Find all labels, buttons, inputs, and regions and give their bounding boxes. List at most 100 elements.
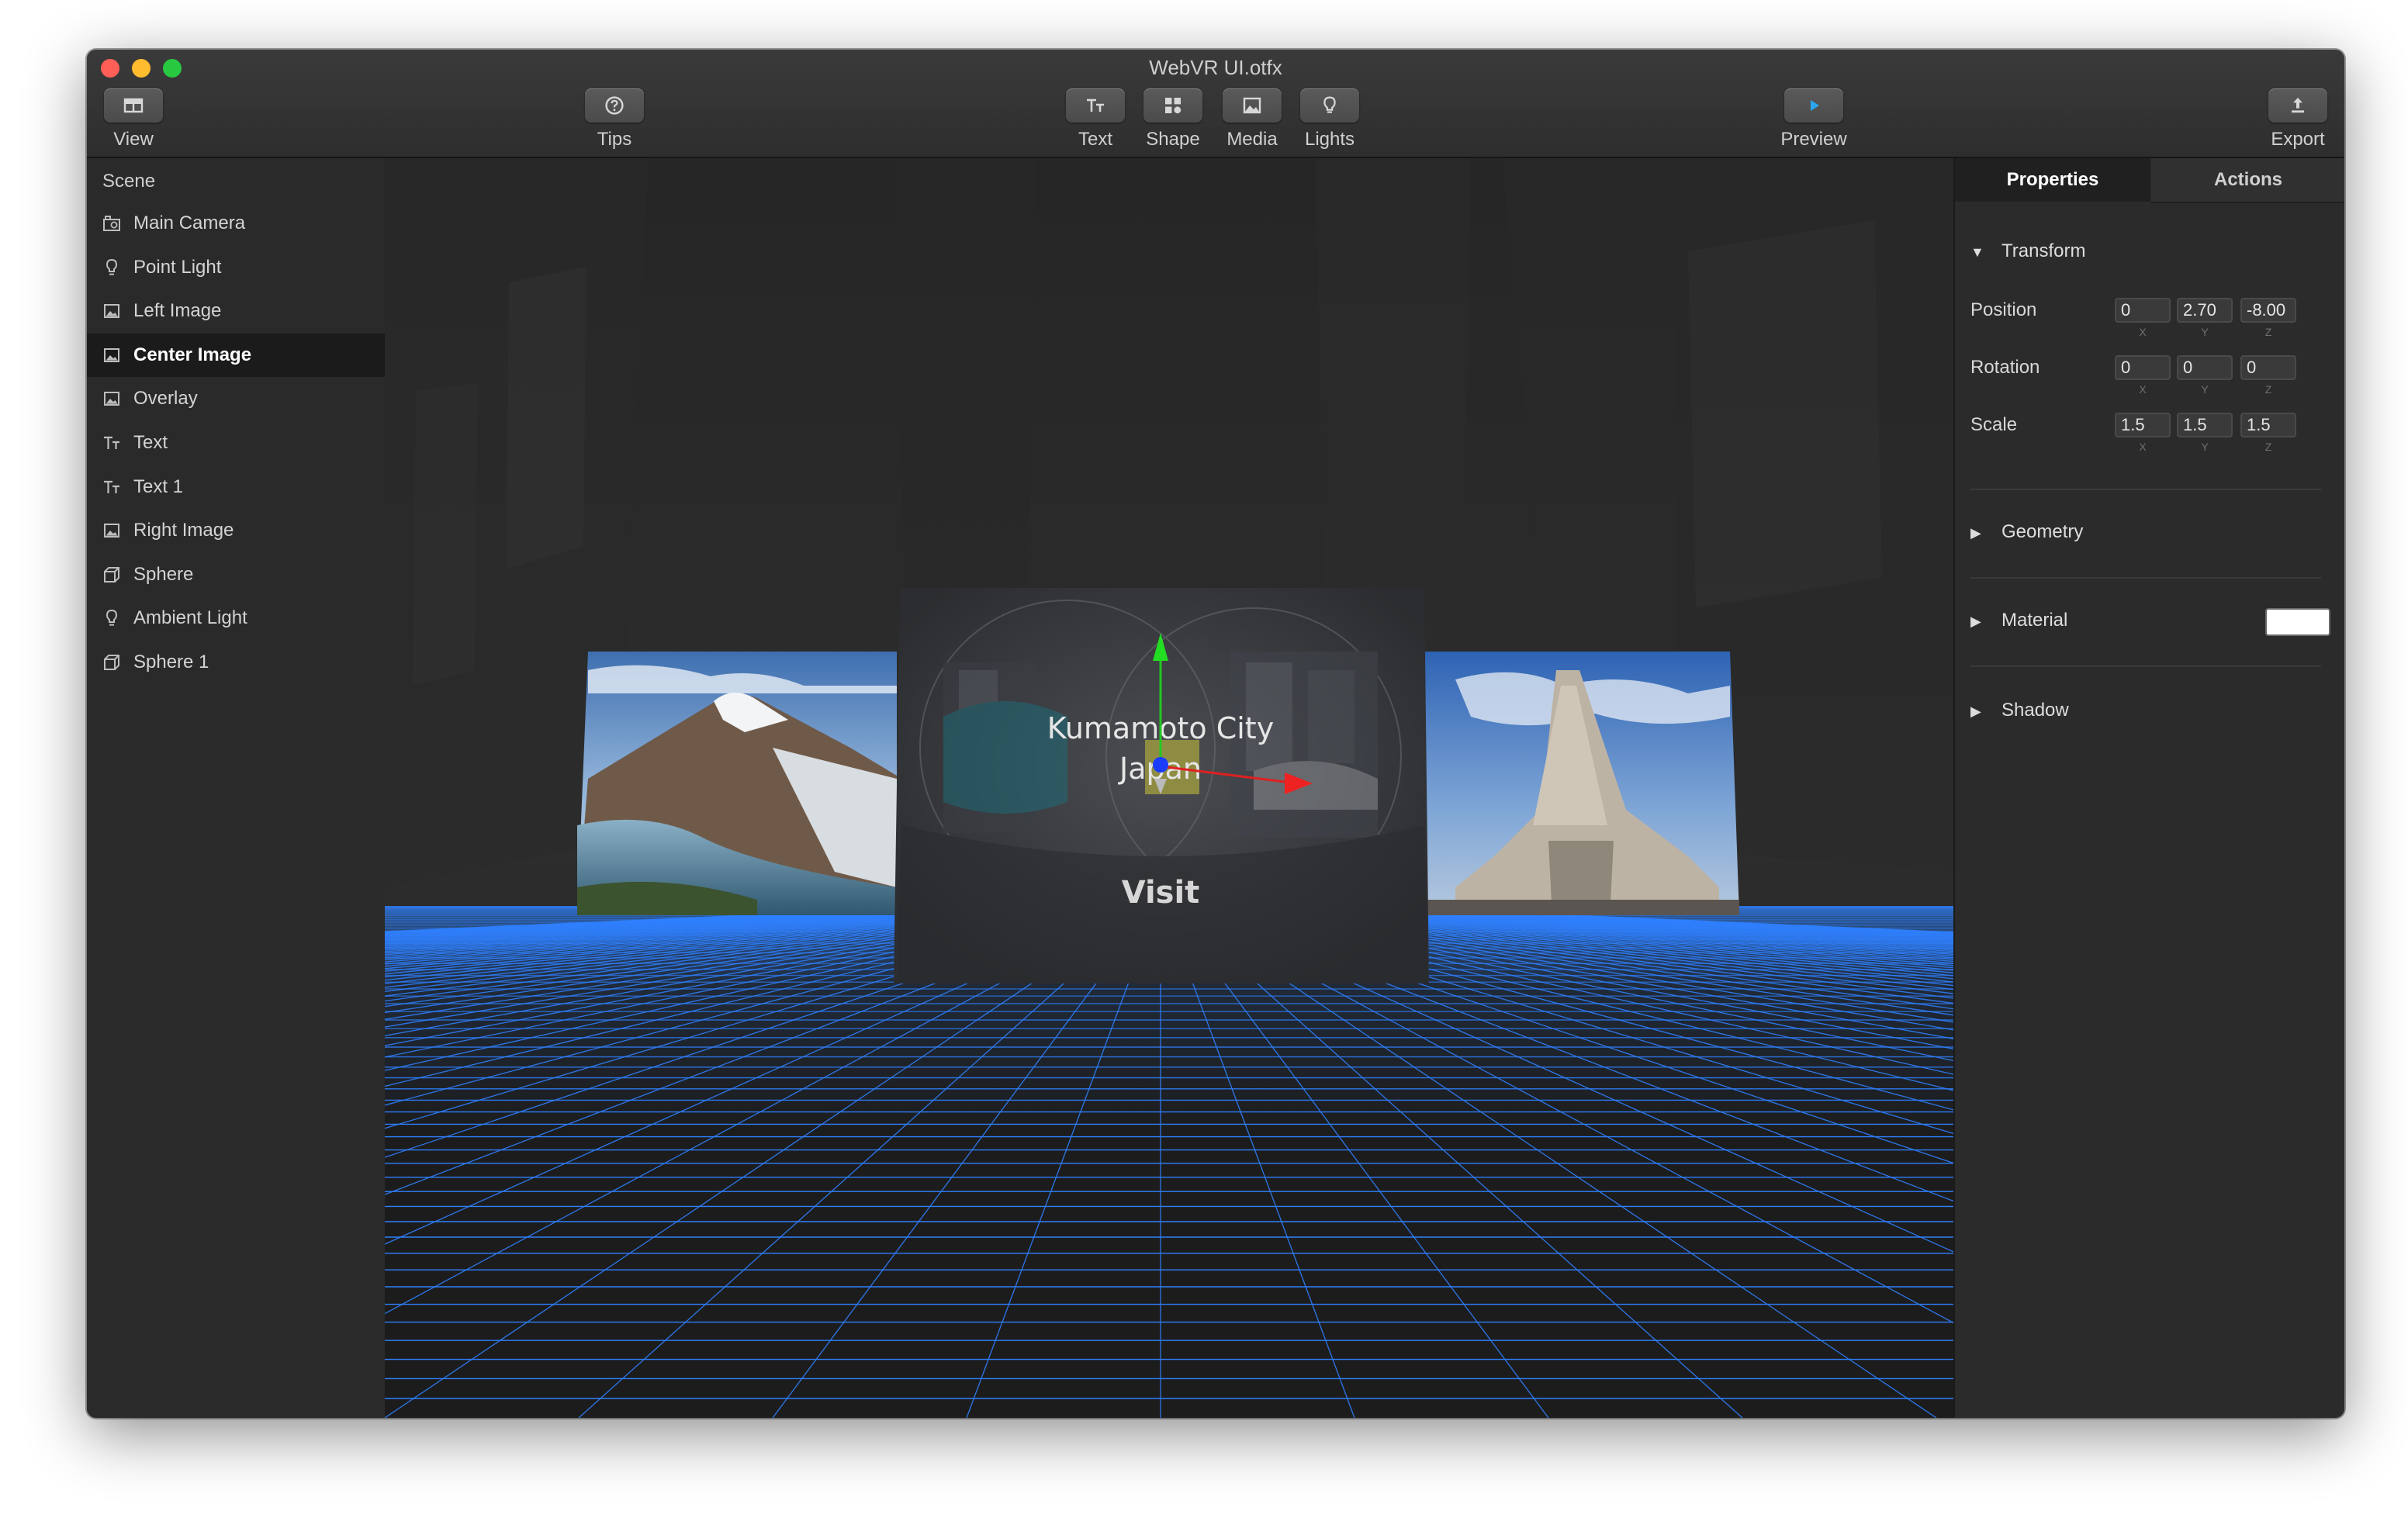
cube-icon bbox=[102, 653, 121, 672]
lightbulb-icon bbox=[102, 258, 121, 277]
export-label: Export bbox=[2271, 129, 2325, 150]
scene-item-label: Overlay bbox=[133, 388, 198, 410]
scene-item-main-camera[interactable]: Main Camera bbox=[87, 202, 385, 245]
transform-section-header[interactable]: ▼ Transform bbox=[1970, 240, 2085, 262]
disclosure-expanded-icon: ▼ bbox=[1970, 244, 1984, 260]
geometry-section-header[interactable]: ▶ Geometry bbox=[1970, 521, 2083, 543]
rotation-z-axis-label: Z bbox=[2264, 383, 2272, 396]
image-icon bbox=[102, 389, 121, 408]
toolbar: WebVR UI.otfx View Tips Text Shape Media… bbox=[87, 50, 2344, 158]
left-image[interactable] bbox=[577, 652, 897, 915]
material-color-swatch[interactable] bbox=[2265, 608, 2330, 636]
scene-item-label: Point Light bbox=[133, 256, 222, 278]
scene-item-label: Ambient Light bbox=[133, 607, 247, 629]
tips-label: Tips bbox=[597, 129, 632, 150]
disclosure-collapsed-icon: ▶ bbox=[1970, 704, 1981, 719]
view-label: View bbox=[113, 129, 154, 150]
scene-item-ambient-light[interactable]: Ambient Light bbox=[87, 596, 385, 640]
preview-label: Preview bbox=[1780, 129, 1847, 150]
scene-item-sphere[interactable]: Sphere bbox=[87, 553, 385, 596]
text-icon bbox=[102, 434, 121, 452]
image-icon bbox=[102, 346, 121, 365]
rotation-x-axis-label: X bbox=[2139, 383, 2147, 396]
disclosure-collapsed-icon: ▶ bbox=[1970, 614, 1981, 629]
position-z-axis-label: Z bbox=[2264, 326, 2272, 338]
lightbulb-icon bbox=[102, 609, 121, 627]
scene-item-center-image[interactable]: Center Image bbox=[87, 333, 385, 377]
tips-button[interactable]: Tips bbox=[583, 88, 645, 157]
position-z-field[interactable]: -8.00 bbox=[2240, 298, 2296, 323]
rotation-y-axis-label: Y bbox=[2201, 383, 2209, 396]
position-y-field[interactable]: 2.70 bbox=[2177, 298, 2233, 323]
lights-button[interactable]: Lights bbox=[1299, 88, 1361, 157]
section-divider bbox=[1970, 489, 2321, 490]
scene-item-label: Left Image bbox=[133, 300, 222, 322]
scene-item-right-image[interactable]: Right Image bbox=[87, 509, 385, 552]
shadow-label: Shadow bbox=[2001, 700, 2069, 721]
scale-y-field[interactable]: 1.5 bbox=[2177, 413, 2233, 437]
app-window: WebVR UI.otfx View Tips Text Shape Media… bbox=[87, 50, 2344, 1418]
position-label: Position bbox=[1970, 299, 2037, 320]
rotation-x-field[interactable]: 0 bbox=[2115, 355, 2171, 380]
play-icon bbox=[1811, 100, 1819, 111]
transform-label: Transform bbox=[2001, 240, 2086, 261]
scale-label: Scale bbox=[1970, 414, 2018, 435]
visit-button-text[interactable]: Visit bbox=[1122, 875, 1200, 911]
scene-item-label: Text bbox=[133, 432, 168, 453]
window-title: WebVR UI.otfx bbox=[1149, 56, 1282, 79]
lights-label: Lights bbox=[1304, 129, 1355, 150]
material-section-header[interactable]: ▶ Material bbox=[1970, 610, 2067, 631]
upload-icon bbox=[2292, 98, 2304, 113]
scene-viewport[interactable]: Kumamoto City Japan Visit bbox=[385, 158, 1953, 1418]
rotation-label: Rotation bbox=[1970, 357, 2040, 378]
sidebar-layout-icon bbox=[123, 98, 144, 113]
scene-item-point-light[interactable]: Point Light bbox=[87, 246, 385, 289]
tab-actions[interactable]: Actions bbox=[2150, 158, 2344, 203]
scale-x-field[interactable]: 1.5 bbox=[2115, 413, 2171, 437]
position-x-field[interactable]: 0 bbox=[2115, 298, 2171, 323]
scene-item-text-1[interactable]: Text 1 bbox=[87, 465, 385, 509]
lightbulb-icon bbox=[1323, 96, 1336, 113]
scene-item-overlay[interactable]: Overlay bbox=[87, 377, 385, 420]
shadow-section-header[interactable]: ▶ Shadow bbox=[1970, 700, 2069, 721]
geometry-label: Geometry bbox=[2001, 521, 2084, 542]
cube-icon bbox=[102, 565, 121, 584]
scene-item-text[interactable]: Text bbox=[87, 421, 385, 465]
scene-item-label: Right Image bbox=[133, 520, 234, 541]
right-image[interactable] bbox=[1424, 652, 1739, 915]
tab-properties[interactable]: Properties bbox=[1955, 158, 2150, 202]
scale-x-axis-label: X bbox=[2139, 441, 2147, 453]
preview-button[interactable]: Preview bbox=[1780, 88, 1847, 157]
z-axis-handle[interactable] bbox=[1153, 757, 1168, 773]
export-button[interactable]: Export bbox=[2267, 88, 2329, 157]
position-y-axis-label: Y bbox=[2201, 326, 2209, 338]
scene-header: Scene bbox=[102, 171, 156, 192]
view-button[interactable]: View bbox=[102, 88, 164, 157]
scene-item-label: Text 1 bbox=[133, 475, 184, 497]
scene-item-label: Sphere 1 bbox=[133, 652, 209, 672]
scale-z-axis-label: Z bbox=[2264, 441, 2272, 453]
scene-sidebar: Scene Main Camera Point Light Left Image Ce… bbox=[87, 158, 386, 1418]
scene-item-sphere-1[interactable]: Sphere 1 bbox=[87, 641, 385, 684]
scene-item-left-image[interactable]: Left Image bbox=[87, 289, 385, 333]
properties-panel: Properties Actions ▼ Transform Position R… bbox=[1953, 158, 2344, 1418]
scale-y-axis-label: Y bbox=[2201, 441, 2209, 453]
rotation-z-field[interactable]: 0 bbox=[2240, 355, 2296, 380]
scale-z-field[interactable]: 1.5 bbox=[2240, 413, 2296, 437]
material-label: Material bbox=[2001, 610, 2068, 631]
text-icon bbox=[102, 478, 121, 496]
position-x-axis-label: X bbox=[2139, 326, 2147, 338]
shapes-icon bbox=[1165, 98, 1182, 114]
scene-item-label: Main Camera bbox=[133, 213, 246, 233]
rotation-y-field[interactable]: 0 bbox=[2177, 355, 2233, 380]
section-divider bbox=[1970, 665, 2321, 667]
image-icon bbox=[102, 521, 121, 540]
3d-scene-canvas[interactable]: Kumamoto City Japan Visit bbox=[385, 158, 1953, 1418]
scene-item-label: Sphere bbox=[133, 563, 194, 585]
camera-icon bbox=[102, 214, 121, 233]
image-icon bbox=[1243, 97, 1261, 114]
question-icon bbox=[605, 96, 624, 115]
disclosure-collapsed-icon: ▶ bbox=[1970, 525, 1981, 541]
section-divider bbox=[1970, 577, 2321, 579]
scene-item-label: Center Image bbox=[133, 344, 252, 365]
